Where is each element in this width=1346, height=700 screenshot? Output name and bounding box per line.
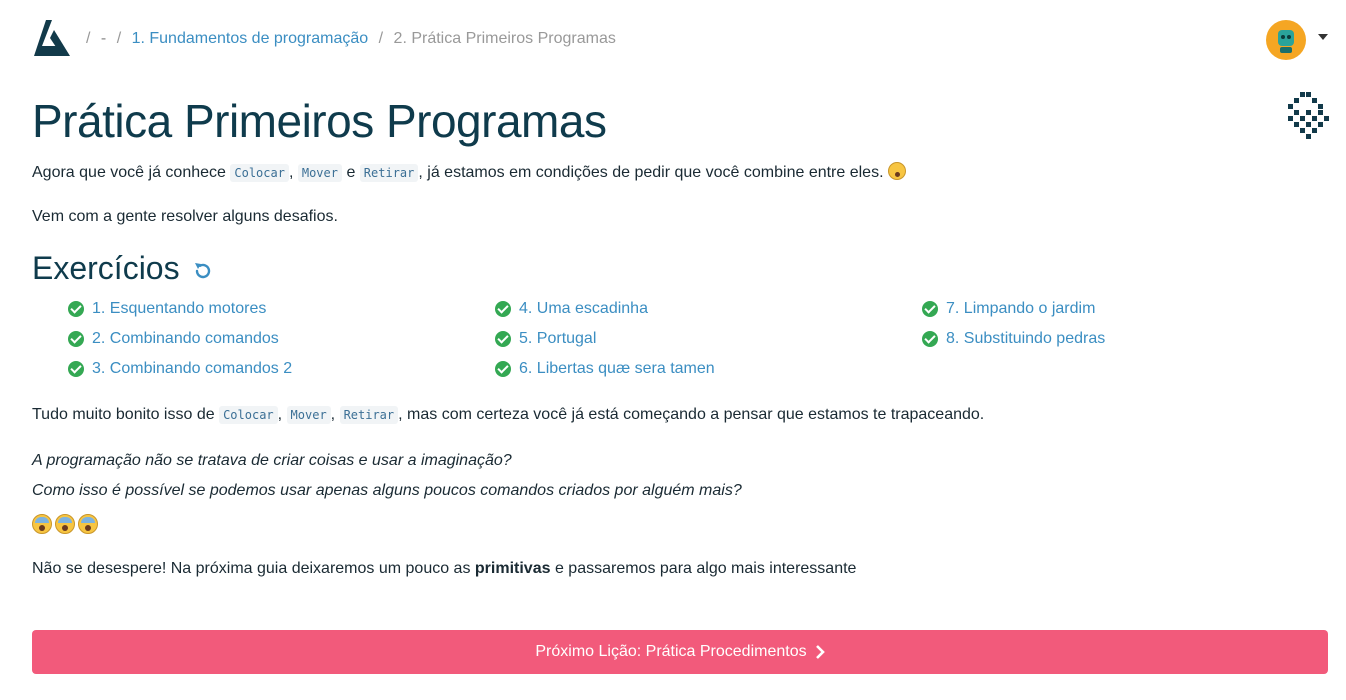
robot-avatar-icon — [1278, 30, 1294, 53]
scared-emojis — [32, 514, 101, 539]
check-icon — [68, 331, 84, 347]
user-menu-caret-icon[interactable] — [1318, 34, 1328, 40]
code-mover: Mover — [297, 164, 342, 182]
exercise-link-1[interactable]: 1. Esquentando motores — [68, 300, 266, 318]
exercise-link-3[interactable]: 3. Combinando comandos 2 — [68, 360, 292, 378]
mumuki-logo-icon — [1288, 92, 1329, 139]
exercise-link-2[interactable]: 2. Combinando comandos — [68, 330, 279, 348]
app-logo[interactable] — [32, 16, 72, 58]
question-1: A programação não se tratava de criar co… — [32, 452, 512, 469]
surprised-emoji-icon — [887, 162, 906, 180]
check-icon — [68, 301, 84, 317]
outro-paragraph: Tudo muito bonito isso de Colocar, Mover… — [32, 406, 985, 424]
breadcrumb: / - / 1. Fundamentos de programação / 2.… — [86, 30, 616, 47]
check-icon — [495, 361, 511, 377]
exercises-heading: Exercícios — [32, 250, 214, 287]
breadcrumb-current: 2. Prática Primeiros Programas — [393, 30, 616, 47]
exercise-link-5[interactable]: 5. Portugal — [495, 330, 596, 348]
exercise-link-8[interactable]: 8. Substituindo pedras — [922, 330, 1105, 348]
scream-emoji-icon — [32, 514, 52, 534]
code-colocar: Colocar — [230, 164, 289, 182]
exercise-link-6[interactable]: 6. Libertas quæ sera tamen — [495, 360, 715, 378]
question-2: Como isso é possível se podemos usar ape… — [32, 482, 742, 499]
check-icon — [922, 331, 938, 347]
invite-paragraph: Vem com a gente resolver alguns desafios… — [32, 208, 338, 225]
check-icon — [495, 301, 511, 317]
user-avatar[interactable] — [1266, 20, 1306, 60]
scream-emoji-icon — [78, 514, 98, 534]
intro-paragraph: Agora que você já conhece Colocar, Mover… — [32, 162, 906, 182]
reset-progress-icon[interactable] — [192, 260, 214, 282]
exercise-link-7[interactable]: 7. Limpando o jardim — [922, 300, 1095, 318]
code-retirar: Retirar — [359, 164, 419, 182]
next-lesson-button[interactable]: Próximo Lição: Prática Procedimentos — [32, 630, 1328, 674]
breadcrumb-dash[interactable]: - — [101, 30, 106, 47]
check-icon — [68, 361, 84, 377]
final-paragraph: Não se desespere! Na próxima guia deixar… — [32, 560, 857, 577]
page-title: Prática Primeiros Programas — [32, 95, 607, 147]
scream-emoji-icon — [55, 514, 75, 534]
code-retirar: Retirar — [339, 406, 399, 424]
breadcrumb-section-link[interactable]: 1. Fundamentos de programação — [132, 30, 369, 47]
check-icon — [922, 301, 938, 317]
exercise-link-4[interactable]: 4. Uma escadinha — [495, 300, 648, 318]
chevron-right-icon — [815, 645, 825, 659]
check-icon — [495, 331, 511, 347]
code-colocar: Colocar — [219, 406, 278, 424]
top-navbar: / - / 1. Fundamentos de programação / 2.… — [32, 16, 1328, 64]
code-mover: Mover — [286, 406, 331, 424]
